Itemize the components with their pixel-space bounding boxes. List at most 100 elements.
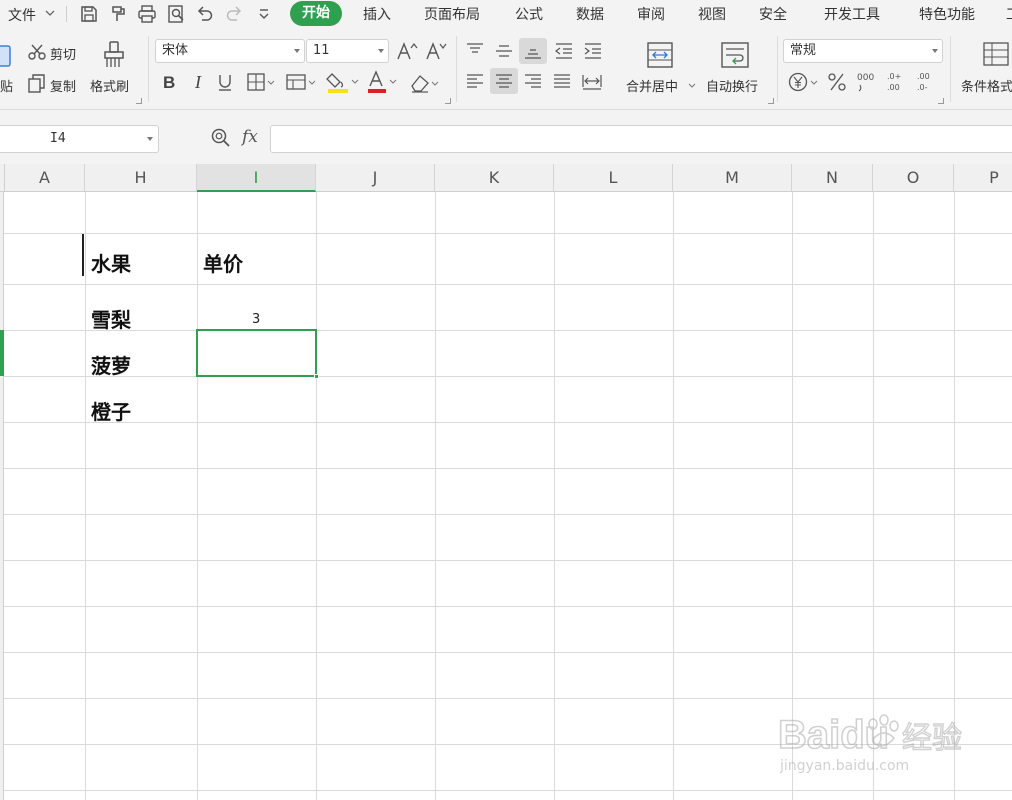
format-painter-brush-icon[interactable] — [101, 40, 127, 70]
borders-icon[interactable] — [246, 72, 276, 92]
column-header-h[interactable]: H — [85, 164, 197, 191]
number-format-select[interactable]: 常规 — [783, 39, 943, 63]
tab-formulas[interactable]: 公式 — [515, 4, 543, 24]
tab-developer[interactable]: 开发工具 — [824, 4, 880, 24]
column-header-o[interactable]: O — [873, 164, 954, 191]
copy-button[interactable]: 复制 — [50, 76, 76, 95]
redo-icon[interactable] — [223, 3, 245, 25]
increase-decimal-icon[interactable]: .0+ .00 — [886, 69, 910, 93]
conditional-format-icon[interactable] — [982, 41, 1010, 69]
align-right-icon[interactable] — [522, 71, 544, 91]
paste-label[interactable]: 贴 — [0, 76, 13, 95]
font-name-select[interactable]: 宋体 — [155, 39, 305, 63]
selected-cell-i4[interactable] — [196, 329, 319, 379]
tab-view[interactable]: 视图 — [698, 4, 726, 24]
active-row-indicator — [0, 330, 4, 376]
file-menu[interactable]: 文件 — [8, 5, 36, 25]
cell-format-icon[interactable] — [285, 72, 317, 92]
increase-indent-icon[interactable] — [582, 41, 604, 61]
cut-button[interactable]: 剪切 — [50, 44, 76, 63]
column-header-m[interactable]: M — [673, 164, 792, 191]
thousands-separator-icon[interactable]: 000 — [856, 69, 878, 93]
cell-h2[interactable]: 水果 — [91, 248, 131, 277]
column-header-a[interactable]: A — [5, 164, 85, 191]
column-header-p[interactable]: P — [954, 164, 1012, 191]
copy-icon[interactable] — [28, 74, 46, 94]
column-header-i[interactable]: I — [197, 164, 316, 192]
fill-handle[interactable] — [314, 374, 319, 379]
alignment-group-launcher[interactable] — [768, 98, 774, 104]
cell-h4[interactable]: 菠萝 — [91, 350, 131, 379]
cell-i2[interactable]: 单价 — [203, 248, 243, 277]
italic-icon[interactable]: I — [190, 72, 208, 92]
customize-chevron-icon[interactable] — [253, 3, 275, 25]
column-header-k[interactable]: K — [435, 164, 554, 191]
tab-security[interactable]: 安全 — [759, 4, 787, 24]
format-painter-icon[interactable] — [107, 3, 129, 25]
clipboard-group-launcher[interactable] — [136, 98, 142, 104]
gridline — [0, 330, 1012, 331]
print-icon[interactable] — [136, 3, 158, 25]
row-headers[interactable] — [0, 192, 4, 800]
bold-icon[interactable]: B — [160, 72, 178, 92]
tab-page-layout[interactable]: 页面布局 — [424, 4, 480, 24]
column-header-l[interactable]: L — [554, 164, 673, 191]
zoom-search-icon[interactable] — [210, 127, 234, 149]
gridline — [0, 514, 1012, 515]
svg-text:000: 000 — [857, 73, 874, 83]
column-header-n[interactable]: N — [792, 164, 873, 191]
cell-h5[interactable]: 橙子 — [91, 396, 131, 425]
align-left-icon[interactable] — [464, 71, 486, 91]
divider — [777, 36, 778, 102]
font-size-select[interactable]: 11 — [306, 39, 389, 63]
justify-icon[interactable] — [551, 71, 573, 91]
tab-overflow-partial[interactable]: 工 — [1006, 4, 1012, 24]
save-icon[interactable] — [78, 3, 100, 25]
chevron-down-icon[interactable] — [688, 83, 696, 89]
cell-h3[interactable]: 雪梨 — [91, 304, 131, 333]
formula-bar: I4 fx — [0, 110, 1012, 164]
formula-input[interactable] — [270, 125, 1012, 153]
merge-center-button[interactable]: 合并居中 — [626, 76, 678, 95]
distributed-align-icon[interactable] — [580, 71, 604, 91]
cell-i3[interactable]: 3 — [252, 312, 260, 327]
gridline — [0, 233, 1012, 234]
paste-icon[interactable] — [0, 42, 12, 68]
merge-center-icon[interactable] — [646, 41, 674, 69]
format-painter-button[interactable]: 格式刷 — [90, 76, 129, 95]
wrap-text-button[interactable]: 自动换行 — [706, 76, 758, 95]
align-bottom-icon[interactable] — [522, 41, 544, 61]
underline-icon[interactable] — [216, 72, 234, 92]
gridline — [0, 422, 1012, 423]
decrease-font-size-icon[interactable] — [425, 41, 447, 61]
fx-icon[interactable]: fx — [242, 127, 258, 147]
fill-color-icon[interactable] — [326, 70, 360, 94]
increase-font-size-icon[interactable] — [396, 41, 418, 61]
undo-icon[interactable] — [194, 3, 216, 25]
tab-data[interactable]: 数据 — [576, 4, 604, 24]
font-group-launcher[interactable] — [445, 98, 451, 104]
scissors-icon[interactable] — [27, 42, 47, 62]
tab-insert[interactable]: 插入 — [363, 4, 391, 24]
wrap-text-icon[interactable] — [720, 41, 750, 69]
number-group-launcher[interactable] — [938, 98, 944, 104]
align-top-icon[interactable] — [464, 41, 486, 61]
name-box[interactable]: I4 — [0, 125, 159, 153]
font-color-icon[interactable] — [366, 70, 400, 94]
align-center-icon[interactable] — [493, 71, 515, 91]
column-header-j[interactable]: J — [316, 164, 435, 191]
percent-icon[interactable] — [826, 71, 848, 93]
print-preview-icon[interactable] — [165, 3, 187, 25]
tab-home[interactable]: 开始 — [290, 1, 342, 26]
tab-review[interactable]: 审阅 — [637, 4, 665, 24]
tab-special-features[interactable]: 特色功能 — [919, 4, 975, 24]
decrease-decimal-icon[interactable]: .00.0- — [916, 69, 940, 93]
clear-format-icon[interactable] — [408, 72, 442, 94]
currency-icon[interactable] — [787, 71, 821, 93]
font-name-value: 宋体 — [162, 43, 189, 58]
svg-text:B: B — [163, 73, 175, 92]
chevron-down-icon[interactable] — [44, 5, 56, 19]
align-middle-icon[interactable] — [493, 41, 515, 61]
conditional-format-button[interactable]: 条件格式 — [961, 76, 1012, 95]
decrease-indent-icon[interactable] — [553, 41, 575, 61]
